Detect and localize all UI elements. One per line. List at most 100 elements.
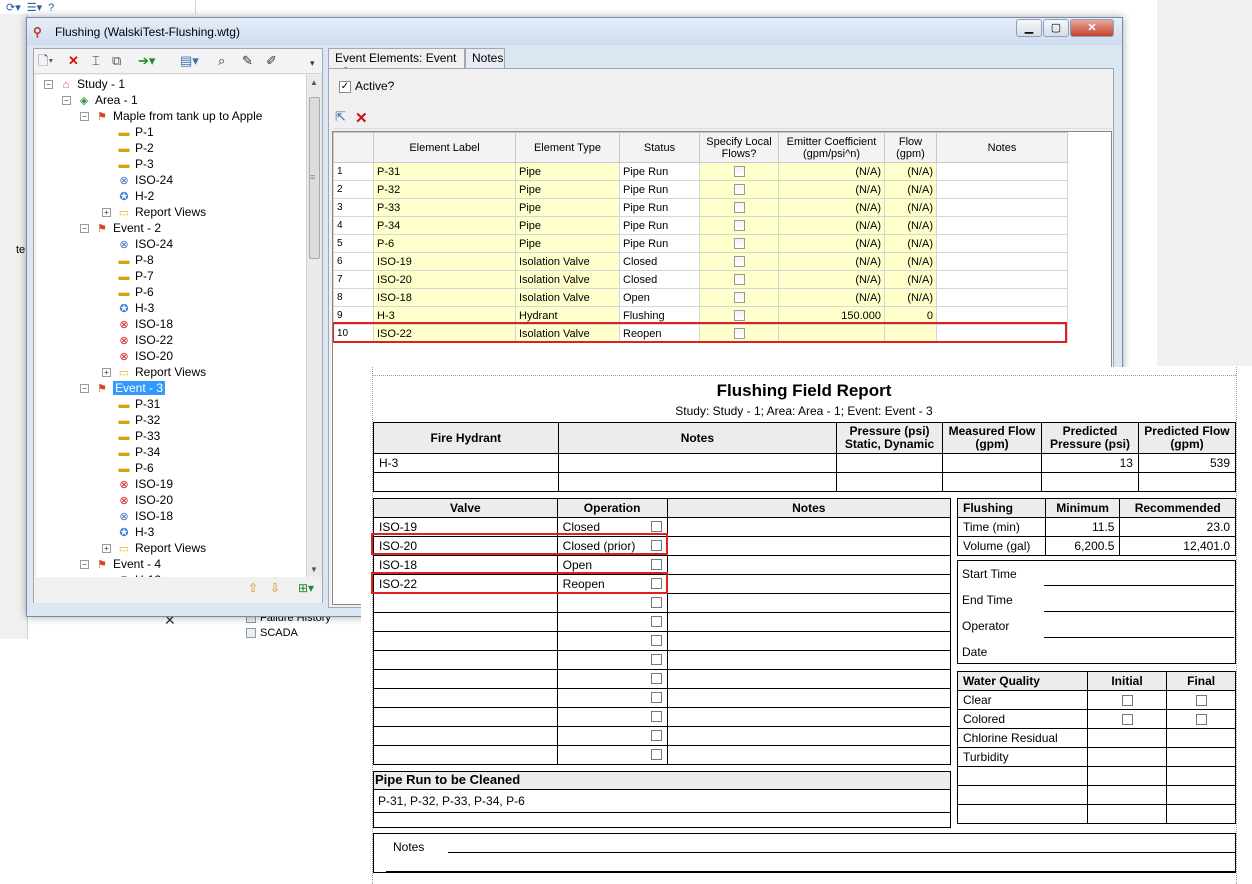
local-flows-checkbox[interactable] bbox=[733, 256, 745, 268]
grid-row[interactable]: 6 ISO-19 Isolation Valve Closed (N/A) (N/A) bbox=[333, 252, 1068, 271]
tree-node[interactable]: ▬ P-31 bbox=[102, 396, 161, 412]
refresh-icon[interactable]: ⟳▾ bbox=[6, 1, 21, 14]
edit-icon[interactable]: ✎ bbox=[242, 53, 253, 69]
local-flows-checkbox[interactable] bbox=[733, 274, 745, 286]
tree-node[interactable]: ▬ P-2 bbox=[102, 140, 154, 156]
scroll-down-icon[interactable]: ▼ bbox=[310, 565, 318, 574]
tree-node[interactable]: ✪ H-3 bbox=[102, 300, 154, 316]
column-header-element-label[interactable]: Element Label bbox=[373, 132, 516, 163]
tree-node[interactable]: ▬ P-6 bbox=[102, 460, 154, 476]
new-icon[interactable]: 🗋▾ bbox=[38, 53, 53, 69]
list-icon[interactable]: ☰▾ bbox=[27, 1, 42, 14]
element-label-cell[interactable]: ISO-20 bbox=[373, 270, 516, 289]
collapse-icon[interactable]: − bbox=[80, 384, 89, 394]
flow-cell[interactable]: (N/A) bbox=[884, 180, 937, 199]
local-flows-checkbox[interactable] bbox=[733, 166, 745, 178]
tab-event-elements[interactable]: Event Elements: Event - 3 bbox=[328, 48, 465, 79]
tree-node[interactable]: ▬ P-7 bbox=[102, 268, 154, 284]
element-type-cell[interactable]: Isolation Valve bbox=[515, 288, 620, 307]
flow-cell[interactable]: (N/A) bbox=[884, 252, 937, 271]
compute-icon[interactable]: ➔▾ bbox=[138, 53, 155, 69]
row-number-cell[interactable]: 4 bbox=[333, 216, 374, 235]
tree-node[interactable]: ▬ P-33 bbox=[102, 428, 161, 444]
emitter-coefficient-cell[interactable]: (N/A) bbox=[778, 216, 885, 235]
flow-cell[interactable]: (N/A) bbox=[884, 288, 937, 307]
status-cell[interactable]: Pipe Run bbox=[619, 162, 700, 181]
column-header-specify-local-flows[interactable]: Specify Local Flows? bbox=[699, 132, 779, 163]
tree-node[interactable]: ▬ P-32 bbox=[102, 412, 161, 428]
element-type-cell[interactable]: Pipe bbox=[515, 198, 620, 217]
tree-node[interactable]: ✪ H-3 bbox=[102, 524, 154, 540]
specify-local-flows-cell[interactable] bbox=[699, 270, 779, 289]
status-cell[interactable]: Pipe Run bbox=[619, 180, 700, 199]
element-label-cell[interactable]: P-33 bbox=[373, 198, 516, 217]
column-header-element-type[interactable]: Element Type bbox=[515, 132, 620, 163]
flow-cell[interactable]: (N/A) bbox=[884, 234, 937, 253]
active-checkbox[interactable]: ✓ bbox=[339, 80, 351, 93]
emitter-coefficient-cell[interactable]: (N/A) bbox=[778, 234, 885, 253]
row-number-cell[interactable]: 2 bbox=[333, 180, 374, 199]
tree-node[interactable]: ⊗ ISO-18 bbox=[102, 508, 173, 524]
specify-local-flows-cell[interactable] bbox=[699, 216, 779, 235]
duplicate-icon[interactable]: ⧉ bbox=[112, 53, 121, 69]
element-type-cell[interactable]: Pipe bbox=[515, 216, 620, 235]
row-number-cell[interactable]: 5 bbox=[333, 234, 374, 253]
grid-row[interactable]: 1 P-31 Pipe Pipe Run (N/A) (N/A) bbox=[333, 162, 1068, 181]
status-cell[interactable]: Open bbox=[619, 288, 700, 307]
status-cell[interactable]: Closed bbox=[619, 252, 700, 271]
notes-cell[interactable] bbox=[936, 234, 1068, 253]
element-label-cell[interactable]: P-34 bbox=[373, 216, 516, 235]
expand-icon[interactable]: + bbox=[102, 544, 111, 554]
emitter-coefficient-cell[interactable]: (N/A) bbox=[778, 162, 885, 181]
emitter-coefficient-cell[interactable]: (N/A) bbox=[778, 288, 885, 307]
tab-notes[interactable]: Notes bbox=[465, 48, 505, 68]
rename-icon[interactable]: ⌶ bbox=[92, 53, 100, 69]
flow-cell[interactable]: (N/A) bbox=[884, 216, 937, 235]
notes-cell[interactable] bbox=[936, 162, 1068, 181]
delete-icon[interactable]: ✕ bbox=[68, 53, 79, 69]
element-type-cell[interactable]: Pipe bbox=[515, 180, 620, 199]
local-flows-checkbox[interactable] bbox=[733, 238, 745, 250]
specify-local-flows-cell[interactable] bbox=[699, 162, 779, 181]
row-number-cell[interactable]: 7 bbox=[333, 270, 374, 289]
element-label-cell[interactable]: P-32 bbox=[373, 180, 516, 199]
flow-cell[interactable]: (N/A) bbox=[884, 162, 937, 181]
row-number-cell[interactable]: 3 bbox=[333, 198, 374, 217]
emitter-coefficient-cell[interactable]: (N/A) bbox=[778, 252, 885, 271]
tree-node[interactable]: ▬ P-6 bbox=[102, 284, 154, 300]
minimize-button[interactable]: ▁ bbox=[1016, 19, 1042, 37]
status-cell[interactable]: Pipe Run bbox=[619, 216, 700, 235]
local-flows-checkbox[interactable] bbox=[733, 292, 745, 304]
tree-node[interactable]: ▬ P-8 bbox=[102, 252, 154, 268]
tree-node[interactable]: ⊗ ISO-20 bbox=[102, 348, 173, 364]
close-button[interactable]: ✕ bbox=[1070, 19, 1114, 37]
grid-row[interactable]: 3 P-33 Pipe Pipe Run (N/A) (N/A) bbox=[333, 198, 1068, 217]
help-icon[interactable]: ? bbox=[48, 2, 54, 14]
tree-node[interactable]: + ▭ Report Views bbox=[102, 540, 206, 556]
tree-node[interactable]: − ⌂ Study - 1 bbox=[44, 76, 125, 92]
notes-cell[interactable] bbox=[936, 216, 1068, 235]
title-bar[interactable]: ⚲ Flushing (WalskiTest-Flushing.wtg) ▁ ▢… bbox=[27, 18, 1122, 45]
toolbar-overflow-icon[interactable]: ▾ bbox=[310, 55, 315, 71]
notes-cell[interactable] bbox=[936, 198, 1068, 217]
column-header-status[interactable]: Status bbox=[619, 132, 700, 163]
flow-cell[interactable]: (N/A) bbox=[884, 198, 937, 217]
grid-row[interactable]: 5 P-6 Pipe Pipe Run (N/A) (N/A) bbox=[333, 234, 1068, 253]
specify-local-flows-cell[interactable] bbox=[699, 252, 779, 271]
specify-local-flows-cell[interactable] bbox=[699, 288, 779, 307]
expand-icon[interactable]: + bbox=[102, 208, 111, 218]
move-up-icon[interactable]: ⇧ bbox=[248, 581, 258, 595]
emitter-coefficient-cell[interactable]: (N/A) bbox=[778, 270, 885, 289]
active-checkbox-row[interactable]: ✓ Active? bbox=[339, 79, 394, 93]
tree-node[interactable]: ▬ P-1 bbox=[102, 124, 154, 140]
grid-row[interactable]: 7 ISO-20 Isolation Valve Closed (N/A) (N/A) bbox=[333, 270, 1068, 289]
column-header-notes[interactable]: Notes bbox=[936, 132, 1068, 163]
tree-node[interactable]: − ⚑ Maple from tank up to Apple bbox=[80, 108, 262, 124]
pencil-icon[interactable]: ✐ bbox=[266, 53, 277, 69]
collapse-icon[interactable]: − bbox=[80, 112, 89, 122]
grid-row[interactable]: 2 P-32 Pipe Pipe Run (N/A) (N/A) bbox=[333, 180, 1068, 199]
element-label-cell[interactable]: ISO-19 bbox=[373, 252, 516, 271]
element-label-cell[interactable]: ISO-18 bbox=[373, 288, 516, 307]
flow-cell[interactable]: (N/A) bbox=[884, 270, 937, 289]
element-type-cell[interactable]: Pipe bbox=[515, 234, 620, 253]
